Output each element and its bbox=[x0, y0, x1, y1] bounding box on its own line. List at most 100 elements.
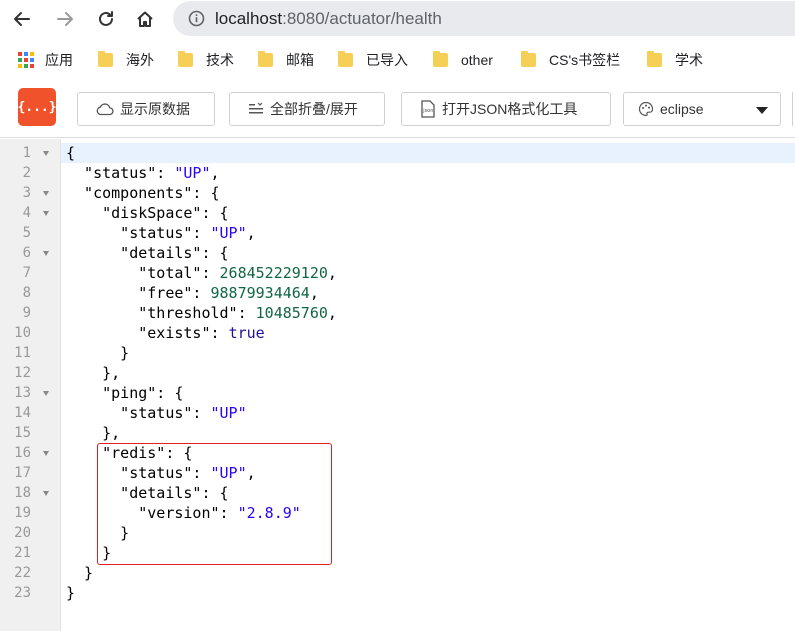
collapse-icon bbox=[248, 102, 264, 116]
bookmark-label: 学术 bbox=[675, 52, 703, 68]
fold-toggle-icon[interactable] bbox=[42, 443, 50, 463]
arrow-right-icon[interactable] bbox=[51, 5, 79, 33]
code-line: "ping": { bbox=[66, 383, 183, 403]
code-token: "status": bbox=[66, 404, 211, 422]
arrow-left-icon[interactable] bbox=[8, 5, 36, 33]
bookmark-folder-other[interactable]: other bbox=[433, 50, 493, 70]
folder-icon bbox=[647, 51, 662, 67]
bookmark-folder-tech[interactable]: 技术 bbox=[178, 50, 234, 70]
reload-icon[interactable] bbox=[92, 5, 120, 33]
folder-icon bbox=[178, 51, 193, 67]
code-token: } bbox=[66, 564, 94, 582]
fold-toggle-icon[interactable] bbox=[42, 203, 50, 223]
line-number: 18 bbox=[14, 485, 31, 501]
bookmark-label: 邮箱 bbox=[286, 52, 314, 68]
line-number-gutter: 1 2 3 4 5 6 7 8 9 10 11 12 13 14 15 16 17 18 19 20 21 22 23 bbox=[0, 139, 61, 631]
code-line: "total": 268452229120, bbox=[66, 263, 337, 283]
line-number: 3 bbox=[22, 185, 31, 201]
line-number: 15 bbox=[14, 425, 31, 441]
bookmark-folder-mail[interactable]: 邮箱 bbox=[258, 50, 314, 70]
chevron-down-icon bbox=[756, 107, 768, 114]
info-icon[interactable] bbox=[187, 10, 205, 28]
address-bar[interactable]: localhost:8080/actuator/health bbox=[173, 1, 795, 36]
code-line: "status": "UP", bbox=[66, 163, 219, 183]
code-token: "components": { bbox=[66, 184, 220, 202]
code-token: { bbox=[66, 144, 76, 162]
code-line: "free": 98879934464, bbox=[66, 283, 319, 303]
code-token: , bbox=[327, 264, 337, 282]
bookmark-label: 海外 bbox=[126, 52, 154, 68]
line-number: 22 bbox=[14, 565, 31, 581]
open-json-tool-label: 打开JSON格式化工具 bbox=[442, 101, 578, 117]
line-number: 21 bbox=[14, 545, 31, 561]
code-token: "details": { bbox=[66, 244, 229, 262]
url-text: localhost:8080/actuator/health bbox=[215, 9, 442, 29]
fold-toggle-icon[interactable] bbox=[42, 383, 50, 403]
code-token: true bbox=[228, 324, 265, 342]
json-viewer-toolbar: {...} 显示原数据 全部折叠/展开 json 打开JSON格式化工具 ecl… bbox=[0, 80, 795, 138]
bookmark-label: 已导入 bbox=[366, 52, 408, 68]
json-file-icon: json bbox=[420, 100, 436, 118]
bookmark-label: 应用 bbox=[45, 52, 73, 68]
code-line: } bbox=[66, 563, 93, 583]
line-number: 17 bbox=[14, 465, 31, 481]
theme-select[interactable]: eclipse bbox=[623, 92, 781, 126]
code-token: "threshold": bbox=[66, 304, 256, 322]
cloud-icon bbox=[96, 102, 114, 116]
home-icon[interactable] bbox=[131, 5, 159, 33]
url-path: :8080/actuator/health bbox=[282, 8, 442, 28]
folder-icon bbox=[338, 51, 353, 67]
bookmark-apps[interactable]: 应用 bbox=[18, 50, 73, 70]
code-line: "status": "UP", bbox=[66, 223, 256, 243]
code-line: } bbox=[66, 583, 75, 603]
show-raw-label: 显示原数据 bbox=[120, 101, 190, 117]
show-raw-button[interactable]: 显示原数据 bbox=[77, 92, 215, 126]
code-token: "status": bbox=[66, 164, 175, 182]
code-token: "UP" bbox=[210, 404, 247, 422]
fold-toggle-icon[interactable] bbox=[42, 183, 50, 203]
bookmark-label: CS's书签栏 bbox=[549, 52, 621, 68]
line-number: 20 bbox=[14, 525, 31, 541]
line-number: 19 bbox=[14, 505, 31, 521]
code-token: }, bbox=[66, 364, 121, 382]
line-number: 12 bbox=[14, 365, 31, 381]
folder-icon bbox=[521, 51, 536, 67]
bookmark-folder-overseas[interactable]: 海外 bbox=[98, 50, 154, 70]
code-token: , bbox=[309, 284, 319, 302]
browser-nav-bar: localhost:8080/actuator/health bbox=[0, 0, 795, 38]
apps-icon bbox=[18, 52, 34, 68]
line-number: 10 bbox=[14, 325, 31, 341]
code-token: , bbox=[327, 304, 337, 322]
folder-icon bbox=[433, 51, 448, 67]
code-token: 268452229120 bbox=[219, 264, 328, 282]
bookmark-folder-academic[interactable]: 学术 bbox=[647, 50, 703, 70]
bookmarks-bar: 应用 海外 技术 邮箱 已导入 other CS's书签栏 学术 bbox=[0, 40, 795, 78]
json-editor[interactable]: 1 2 3 4 5 6 7 8 9 10 11 12 13 14 15 16 17 18 19 20 21 22 23 { … bbox=[0, 139, 795, 631]
code-line: "components": { bbox=[66, 183, 220, 203]
bookmark-folder-cs[interactable]: CS's书签栏 bbox=[521, 50, 620, 70]
line-number: 9 bbox=[22, 305, 31, 321]
collapse-expand-label: 全部折叠/展开 bbox=[270, 101, 358, 117]
line-number: 2 bbox=[22, 165, 31, 181]
bookmark-folder-imported[interactable]: 已导入 bbox=[338, 50, 408, 70]
folder-icon bbox=[98, 51, 113, 67]
collapse-expand-button[interactable]: 全部折叠/展开 bbox=[229, 92, 385, 126]
line-number: 13 bbox=[14, 385, 31, 401]
svg-text:json: json bbox=[422, 108, 433, 114]
code-token: , bbox=[246, 224, 256, 242]
code-line: "threshold": 10485760, bbox=[66, 303, 337, 323]
code-token: "UP" bbox=[210, 224, 247, 242]
code-line: { bbox=[66, 143, 75, 163]
code-token: "total": bbox=[66, 264, 220, 282]
code-line: "diskSpace": { bbox=[66, 203, 229, 223]
line-number: 16 bbox=[14, 445, 31, 461]
code-token: "status": bbox=[66, 224, 211, 242]
open-json-tool-button[interactable]: json 打开JSON格式化工具 bbox=[401, 92, 611, 126]
code-token: } bbox=[66, 344, 130, 362]
code-line: "exists": true bbox=[66, 323, 265, 343]
active-line-highlight bbox=[61, 143, 795, 163]
fold-toggle-icon[interactable] bbox=[42, 483, 50, 503]
fold-toggle-icon[interactable] bbox=[42, 143, 50, 163]
code-token: "diskSpace": { bbox=[66, 204, 229, 222]
fold-toggle-icon[interactable] bbox=[42, 243, 50, 263]
